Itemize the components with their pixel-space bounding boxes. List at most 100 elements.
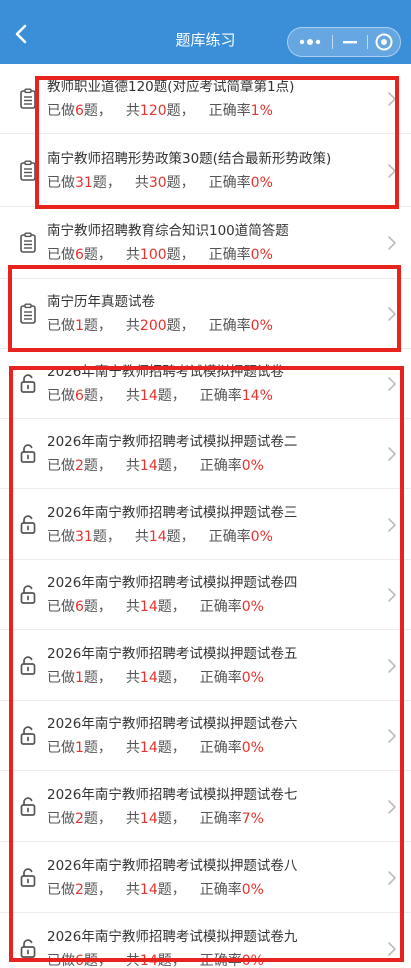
accuracy-rate: 0 [241, 670, 251, 686]
chevron-right-icon [387, 91, 397, 107]
done-suffix: 题， [83, 882, 112, 898]
done-count: 1 [75, 740, 84, 756]
total-prefix: 共 [125, 103, 140, 119]
total-count: 14 [139, 670, 158, 686]
item-stats: 已做6题， 共14题， 正确率0% [47, 950, 264, 968]
close-button[interactable] [368, 28, 401, 56]
item-title: 南宁教师招聘教育综合知识100道简答题 [47, 223, 289, 239]
minimize-button[interactable] [333, 28, 367, 56]
chevron-right-icon [387, 799, 397, 815]
done-suffix: 题， [83, 318, 112, 334]
accuracy-rate: 14 [241, 388, 260, 404]
unlock-icon [19, 373, 37, 395]
item-title: 2026年南宁教师招聘考试模拟押题试卷九 [47, 929, 298, 945]
accuracy-rate: 0 [250, 247, 260, 263]
rate-prefix: 正确率 [199, 953, 242, 968]
list-item[interactable]: 2026年南宁教师招聘考试模拟押题试卷三 已做31题， 共14题， 正确率0% [0, 489, 411, 560]
accuracy-rate: 0 [250, 318, 260, 334]
list-item[interactable]: 南宁教师招聘教育综合知识100道简答题 已做6题， 共100题， 正确率0% [0, 207, 411, 279]
rate-suffix: % [259, 103, 273, 119]
rate-suffix: % [259, 529, 273, 545]
done-suffix: 题， [83, 247, 112, 263]
done-suffix: 题， [83, 599, 112, 615]
done-suffix: 题， [83, 953, 112, 968]
total-suffix: 题， [157, 740, 186, 756]
list-item[interactable]: 教师职业道德120题(对应考试简章第1点) 已做6题， 共120题， 正确率1% [0, 64, 411, 134]
mini-program-capsule [287, 27, 401, 57]
list-item[interactable]: 2026年南宁教师招聘考试模拟押题试卷六 已做1题， 共14题， 正确率0% [0, 701, 411, 771]
accuracy-rate: 0 [250, 529, 260, 545]
total-prefix: 共 [125, 599, 140, 615]
done-prefix: 已做 [47, 175, 75, 191]
done-suffix: 题， [92, 529, 121, 545]
total-count: 14 [139, 599, 158, 615]
rate-suffix: % [250, 458, 264, 474]
chevron-right-icon [387, 163, 397, 179]
more-dots-icon [299, 39, 321, 45]
item-title: 南宁历年真题试卷 [47, 294, 155, 310]
total-count: 14 [139, 811, 158, 827]
item-stats: 已做31题， 共14题， 正确率0% [47, 526, 273, 546]
list-item[interactable]: 南宁历年真题试卷 已做1题， 共200题， 正确率0% [0, 279, 411, 349]
rate-prefix: 正确率 [208, 175, 251, 191]
chevron-right-icon [387, 446, 397, 462]
total-suffix: 题， [157, 882, 186, 898]
done-suffix: 题， [83, 103, 112, 119]
list-item[interactable]: 南宁教师招聘形势政策30题(结合最新形势政策) 已做31题， 共30题， 正确率0% [0, 134, 411, 207]
total-count: 100 [139, 247, 167, 263]
more-button[interactable] [288, 28, 332, 56]
done-count: 2 [75, 811, 84, 827]
chevron-right-icon [387, 728, 397, 744]
done-count: 2 [75, 458, 84, 474]
done-count: 2 [75, 882, 84, 898]
back-button[interactable] [6, 18, 38, 50]
rate-suffix: % [259, 247, 273, 263]
document-icon [19, 303, 37, 325]
item-stats: 已做6题， 共100题， 正确率0% [47, 244, 273, 264]
unlock-icon [19, 584, 37, 606]
done-prefix: 已做 [47, 458, 75, 474]
rate-prefix: 正确率 [199, 458, 242, 474]
item-title: 2026年南宁教师招聘考试模拟押题试卷六 [47, 716, 298, 732]
list-item[interactable]: 2026年南宁教师招聘考试模拟押题试卷 已做6题， 共14题， 正确率14% [0, 349, 411, 419]
accuracy-rate: 0 [250, 175, 260, 191]
target-close-icon [375, 33, 393, 51]
rate-suffix: % [259, 388, 273, 404]
list-item[interactable]: 2026年南宁教师招聘考试模拟押题试卷八 已做2题， 共14题， 正确率0% [0, 842, 411, 913]
total-suffix: 题， [166, 247, 195, 263]
done-prefix: 已做 [47, 388, 75, 404]
item-title: 2026年南宁教师招聘考试模拟押题试卷五 [47, 646, 298, 662]
done-suffix: 题， [92, 175, 121, 191]
document-icon [19, 88, 37, 110]
total-suffix: 题， [157, 388, 186, 404]
chevron-right-icon [387, 587, 397, 603]
list-item[interactable]: 2026年南宁教师招聘考试模拟押题试卷九 已做6题， 共14题， 正确率0% [0, 913, 411, 968]
total-suffix: 题， [166, 175, 195, 191]
total-prefix: 共 [125, 670, 140, 686]
list-item[interactable]: 2026年南宁教师招聘考试模拟押题试卷七 已做2题， 共14题， 正确率7% [0, 771, 411, 842]
list-item[interactable]: 2026年南宁教师招聘考试模拟押题试卷五 已做1题， 共14题， 正确率0% [0, 630, 411, 701]
done-count: 6 [75, 247, 84, 263]
list-item[interactable]: 2026年南宁教师招聘考试模拟押题试卷四 已做6题， 共14题， 正确率0% [0, 560, 411, 630]
item-title: 2026年南宁教师招聘考试模拟押题试卷二 [47, 434, 298, 450]
document-icon [19, 160, 37, 182]
item-stats: 已做31题， 共30题， 正确率0% [47, 172, 273, 192]
total-suffix: 题， [157, 599, 186, 615]
done-prefix: 已做 [47, 103, 75, 119]
done-prefix: 已做 [47, 318, 75, 334]
done-count: 6 [75, 388, 84, 404]
list-item[interactable]: 2026年南宁教师招聘考试模拟押题试卷二 已做2题， 共14题， 正确率0% [0, 419, 411, 489]
total-suffix: 题， [166, 103, 195, 119]
done-prefix: 已做 [47, 953, 75, 968]
total-suffix: 题， [166, 318, 195, 334]
nav-bar: 题库练习 [0, 0, 411, 64]
accuracy-rate: 0 [241, 740, 251, 756]
rate-suffix: % [259, 175, 273, 191]
chevron-right-icon [387, 941, 397, 957]
item-title: 南宁教师招聘形势政策30题(结合最新形势政策) [47, 151, 332, 167]
done-prefix: 已做 [47, 811, 75, 827]
total-count: 14 [139, 388, 158, 404]
unlock-icon [19, 938, 37, 960]
total-prefix: 共 [125, 811, 140, 827]
rate-suffix: % [259, 318, 273, 334]
